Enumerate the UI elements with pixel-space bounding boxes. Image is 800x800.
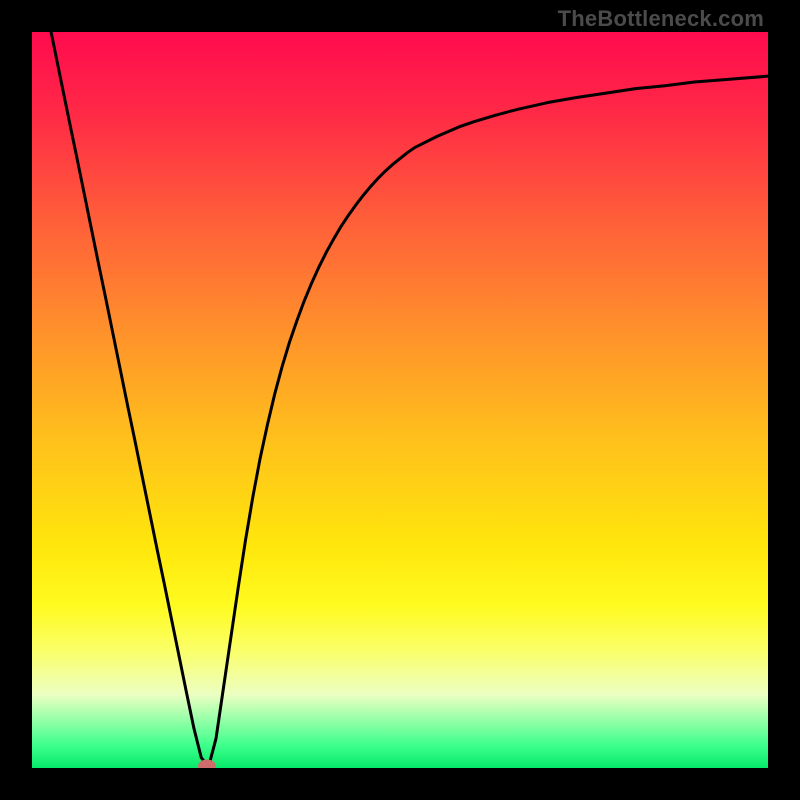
chart-stage: TheBottleneck.com [0,0,800,800]
plot-area [32,32,768,768]
bottleneck-curve [32,32,768,768]
minimum-marker [198,759,216,768]
watermark-text: TheBottleneck.com [558,6,764,32]
